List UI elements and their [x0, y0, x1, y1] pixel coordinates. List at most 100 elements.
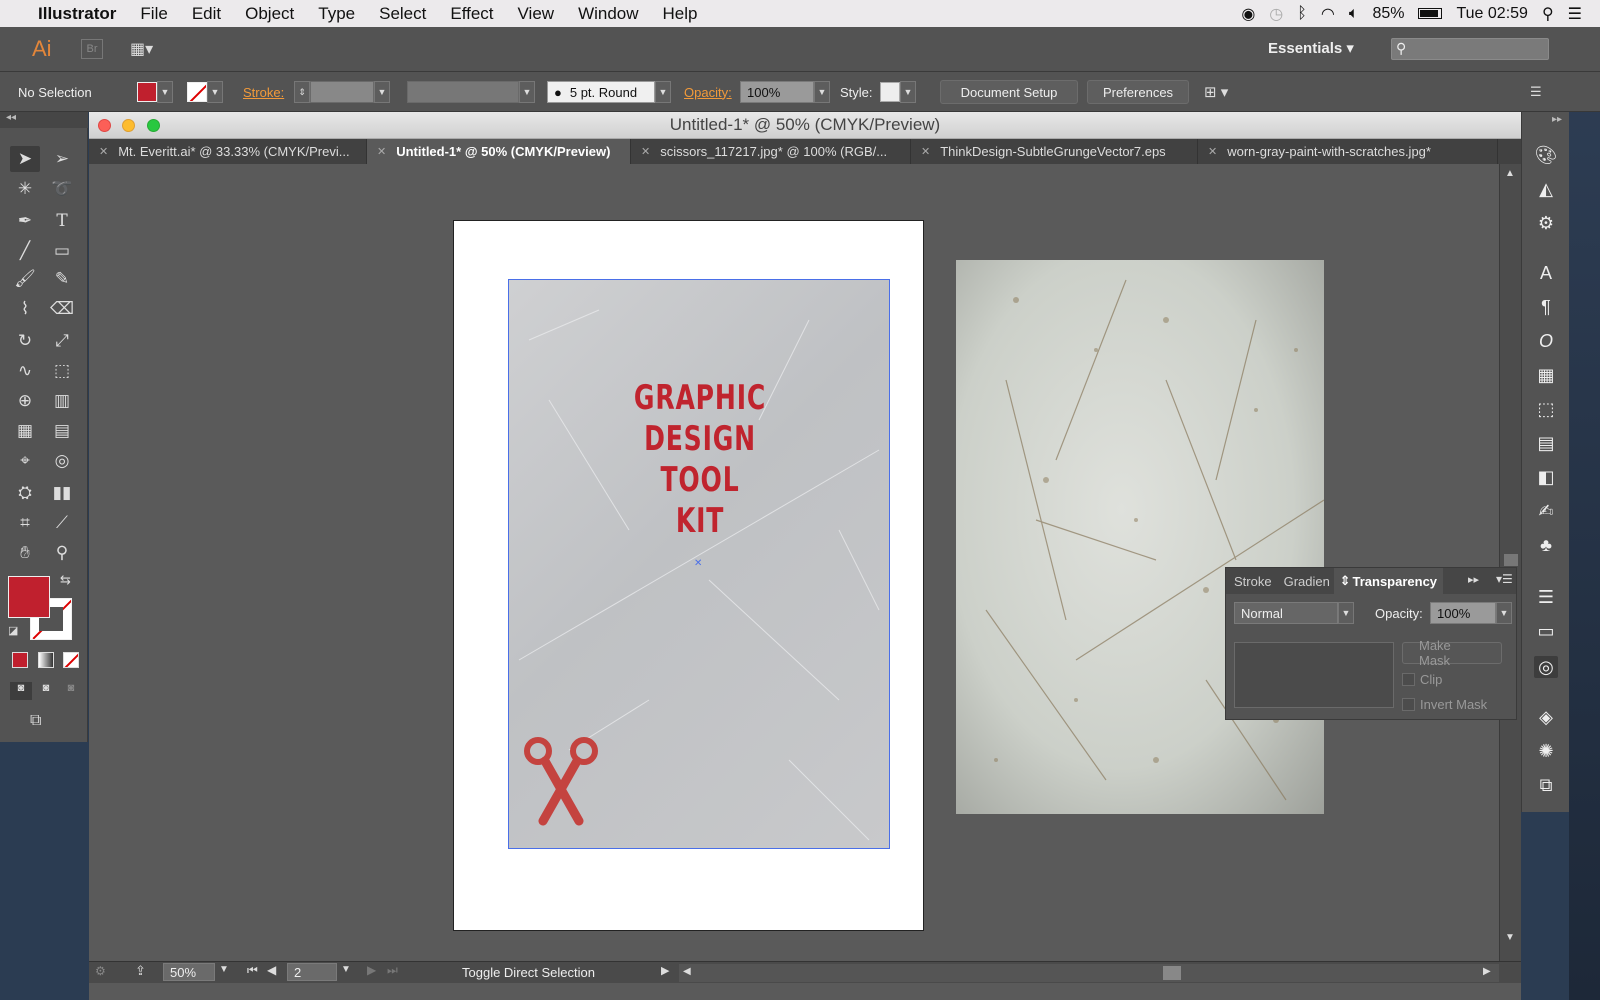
chevron-down-icon[interactable]: ▼	[1338, 602, 1354, 624]
tab-thinkdesign[interactable]: ✕ ThinkDesign-SubtleGrungeVector7.eps	[911, 139, 1198, 164]
scroll-down-icon[interactable]: ▼	[1505, 932, 1515, 943]
tab-scissors[interactable]: ✕ scissors_117217.jpg* @ 100% (RGB/...	[631, 139, 911, 164]
chevron-down-icon[interactable]: ▼	[519, 81, 535, 103]
zoom-dropdown-icon[interactable]: ▼	[219, 964, 229, 975]
menu-type[interactable]: Type	[306, 4, 367, 24]
tab-untitled-1[interactable]: ✕ Untitled-1* @ 50% (CMYK/Preview)	[367, 139, 631, 164]
blob-brush-icon[interactable]: ⌇	[10, 296, 40, 322]
chevron-down-icon[interactable]: ▼	[900, 81, 916, 103]
menu-object[interactable]: Object	[233, 4, 306, 24]
style-swatch[interactable]	[880, 82, 900, 102]
direct-selection-tool-icon[interactable]: ➢	[47, 146, 77, 172]
draw-inside-icon[interactable]: ◙	[60, 682, 82, 700]
links-panel-icon[interactable]: ⧉	[1534, 774, 1558, 796]
default-colors-icon[interactable]: ◪	[8, 624, 18, 637]
panel-menu-icon[interactable]: ▾☰	[1496, 572, 1513, 586]
battery-percent[interactable]: 85%	[1372, 5, 1404, 23]
blend-mode-select[interactable]: Normal ▼	[1234, 602, 1354, 624]
slice-tool-icon[interactable]: ⟋	[47, 510, 77, 536]
color-themes-icon[interactable]: ⚙	[1534, 212, 1558, 234]
app-menu[interactable]: Illustrator	[24, 4, 128, 24]
zoom-tool-icon[interactable]: ⚲	[47, 540, 77, 566]
stroke-panel-icon[interactable]: ☰	[1534, 586, 1558, 608]
opacity-value[interactable]: 100%	[1430, 602, 1496, 624]
scissors-icon[interactable]	[521, 736, 601, 826]
none-mode-icon[interactable]	[63, 652, 79, 668]
opacity-select[interactable]: 100% ▼	[1430, 602, 1512, 624]
menu-view[interactable]: View	[506, 4, 567, 24]
volume-icon[interactable]: 🔈︎	[1349, 5, 1359, 23]
time-machine-icon[interactable]: ◷	[1269, 4, 1283, 24]
opentype-panel-icon[interactable]: O	[1534, 330, 1558, 352]
invert-mask-checkbox[interactable]	[1402, 698, 1415, 711]
search-field[interactable]: ⚲	[1391, 38, 1549, 60]
stroke-weight-field[interactable]: ⇕ ▼	[294, 80, 390, 104]
spotlight-icon[interactable]: ⚲	[1542, 4, 1554, 24]
clip-checkbox[interactable]	[1402, 673, 1415, 686]
character-panel-icon[interactable]: A	[1534, 262, 1558, 284]
profile-dropdown[interactable]	[407, 81, 519, 103]
tab-worn-gray-paint[interactable]: ✕ worn-gray-paint-with-scratches.jpg*	[1198, 139, 1498, 164]
screen-mode-icon[interactable]: ⧉	[30, 712, 41, 730]
eraser-icon[interactable]: ⌫	[47, 296, 77, 322]
eyedropper-icon[interactable]: ⌖	[10, 448, 40, 474]
draw-behind-icon[interactable]: ◙	[35, 682, 57, 700]
chevron-down-icon[interactable]: ▼	[374, 81, 390, 103]
close-tab-icon[interactable]: ✕	[1208, 145, 1217, 158]
pen-tool-icon[interactable]: ✒	[10, 208, 40, 234]
layers-panel-icon[interactable]: ◈	[1534, 706, 1558, 728]
stroke-swatch-group[interactable]: ▼	[187, 80, 223, 104]
appearance-panel-icon[interactable]: ✺	[1534, 740, 1558, 762]
scroll-up-icon[interactable]: ▲	[1505, 168, 1515, 179]
zoom-window-button[interactable]	[147, 119, 160, 132]
color-guide-icon[interactable]: ◭	[1534, 178, 1558, 200]
fill-color-box-front[interactable]	[8, 576, 50, 618]
scroll-right-icon[interactable]: ▶	[1483, 966, 1491, 977]
paragraph-panel-icon[interactable]: ¶	[1534, 296, 1558, 318]
stroke-weight-input[interactable]	[310, 81, 374, 103]
menu-effect[interactable]: Effect	[438, 4, 505, 24]
shape-builder-icon[interactable]: ⊕	[10, 388, 40, 414]
artboard-dropdown-icon[interactable]: ▼	[341, 964, 351, 975]
last-artboard-icon[interactable]: ⏭	[387, 963, 398, 978]
brush-definition[interactable]: ● 5 pt. Round ▼	[547, 80, 671, 104]
transform-panel-icon[interactable]: ⬚	[1534, 398, 1558, 420]
close-tab-icon[interactable]: ✕	[99, 145, 108, 158]
brush-dropdown[interactable]: ● 5 pt. Round	[547, 81, 655, 103]
status-menu-icon[interactable]: ▶	[661, 964, 669, 977]
variable-width-profile[interactable]: ▼	[407, 80, 535, 104]
stepper-icon[interactable]: ⇕	[294, 81, 310, 103]
symbol-sprayer-icon[interactable]: ⛭	[10, 480, 40, 506]
mesh-tool-icon[interactable]: ▦	[10, 418, 40, 444]
free-transform-icon[interactable]: ⬚	[47, 358, 77, 384]
column-graph-icon[interactable]: ▮▮	[47, 480, 77, 506]
workspace-switcher[interactable]: Essentials ▾	[1268, 39, 1354, 57]
menu-window[interactable]: Window	[566, 4, 650, 24]
battery-icon[interactable]	[1418, 8, 1443, 19]
color-mode-icon[interactable]	[12, 652, 28, 668]
close-tab-icon[interactable]: ✕	[641, 145, 650, 158]
transparency-panel-icon[interactable]: ◎	[1534, 656, 1558, 678]
stroke-none-swatch[interactable]	[187, 82, 207, 102]
line-tool-icon[interactable]: ╱	[10, 238, 40, 264]
gradient-mode-icon[interactable]	[38, 652, 54, 668]
close-window-button[interactable]	[98, 119, 111, 132]
poster-background-image[interactable]: GRAPHIC DESIGN TOOL KIT ✕	[508, 279, 890, 849]
opacity-field[interactable]: 100% ▼	[740, 80, 830, 104]
table-panel-icon[interactable]: ▦	[1534, 364, 1558, 386]
zoom-level-input[interactable]: 50%	[163, 963, 215, 981]
magic-wand-icon[interactable]: ✳	[10, 176, 40, 202]
brushes-panel-icon[interactable]: ✍	[1534, 500, 1558, 522]
document-setup-button[interactable]: Document Setup	[940, 80, 1078, 104]
poster-headline[interactable]: GRAPHIC DESIGN TOOL KIT	[543, 378, 856, 542]
horizontal-scrollbar[interactable]: ◀ ▶	[679, 964, 1499, 982]
hand-tool-icon[interactable]: ✋︎	[10, 540, 40, 566]
menu-file[interactable]: File	[128, 4, 179, 24]
arrange-documents-icon[interactable]: ▦▾	[130, 39, 164, 59]
expand-panel-icon[interactable]: ▸▸	[1468, 573, 1479, 586]
fill-color-swatch[interactable]	[137, 82, 157, 102]
fill-swatch-group[interactable]: ▼	[137, 80, 173, 104]
make-mask-button[interactable]: Make Mask	[1402, 638, 1502, 668]
chevron-down-icon[interactable]: ▼	[157, 81, 173, 103]
color-panel-icon[interactable]: 🎨︎	[1534, 144, 1558, 166]
